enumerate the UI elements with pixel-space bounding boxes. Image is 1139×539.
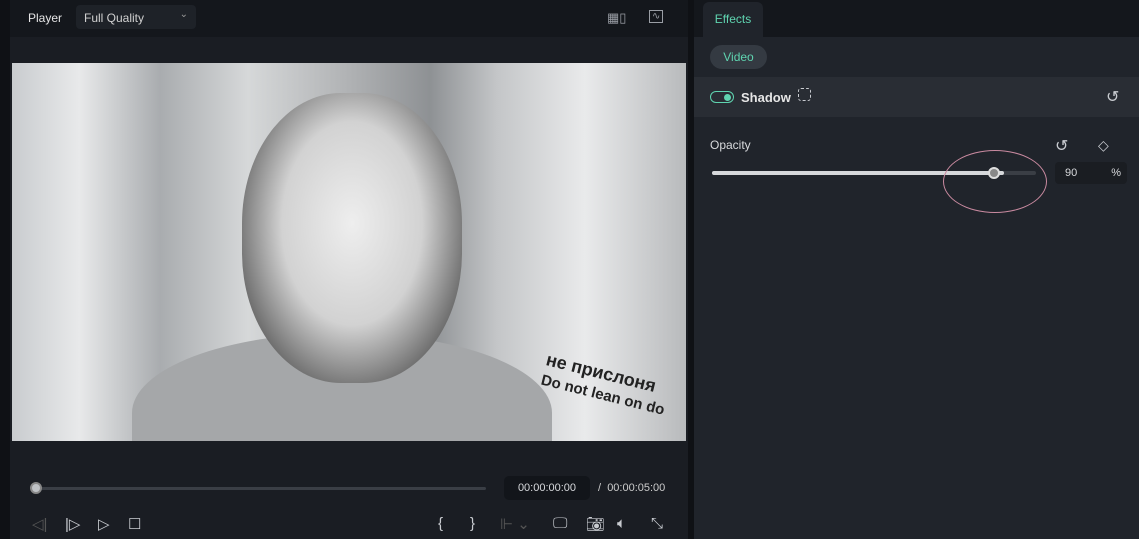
next-frame-icon[interactable]: |▷ [65, 515, 80, 533]
current-time[interactable]: 00:00:00:00 [504, 476, 590, 500]
player-toolbar: Player Full Quality ⌄ ▦▯ ∿ [10, 0, 688, 37]
mark-in-icon[interactable]: { [438, 515, 443, 532]
video-preview[interactable]: не прислоня Do not lean on do [12, 63, 686, 441]
quality-value: Full Quality [84, 11, 145, 25]
snapshot-icon[interactable]: 📷︎ [586, 515, 605, 533]
prev-frame-icon[interactable]: ◁| [32, 515, 47, 533]
waveform-icon[interactable]: ∿ [649, 10, 664, 23]
video-subject-face [242, 93, 462, 383]
opacity-label: Opacity [710, 138, 751, 152]
shadow-effect-row: Shadow ↺ [694, 77, 1139, 117]
tab-effects[interactable]: Effects [703, 2, 763, 37]
insert-clip-icon[interactable]: ⊩ ⌄ [500, 515, 530, 533]
video-sign-text: не прислоня Do not lean on do [539, 348, 673, 421]
total-time: / 00:00:05:00 [598, 482, 665, 494]
reset-effect-icon[interactable]: ↺ [1106, 87, 1119, 107]
effects-panel: Effects Video Shadow ↺ Opacity ↺ ◇ 90% [694, 0, 1139, 539]
stop-icon[interactable]: ☐ [128, 515, 141, 533]
player-label: Player [28, 11, 63, 25]
total-time-value: 00:00:05:00 [607, 482, 666, 494]
time-separator: / [598, 482, 602, 494]
opacity-value: 90 [1065, 167, 1078, 179]
quality-dropdown[interactable]: Full Quality ⌄ [76, 5, 196, 29]
tab-video[interactable]: Video [710, 45, 767, 69]
volume-icon[interactable]: 🔈︎ [617, 515, 626, 532]
player-panel: Player Full Quality ⌄ ▦▯ ∿ не прислоня Do … [10, 0, 688, 539]
effect-name: Shadow [741, 90, 791, 105]
fullscreen-icon[interactable]: ⤡ [651, 515, 663, 532]
shadow-toggle[interactable] [710, 91, 734, 103]
highlight-annotation [943, 150, 1047, 213]
mark-out-icon[interactable]: } [470, 515, 475, 532]
seek-handle[interactable] [30, 482, 42, 494]
play-icon[interactable]: ▷ [98, 515, 110, 533]
panel-tabs: Effects [694, 0, 1139, 37]
opacity-input[interactable]: 90% [1055, 162, 1127, 184]
keyframe-icon[interactable]: ◇ [1098, 137, 1109, 154]
display-icon[interactable]: 🖵 [553, 515, 567, 532]
seek-bar[interactable] [32, 487, 486, 490]
chevron-down-icon: ⌄ [179, 9, 188, 20]
mask-icon[interactable] [798, 88, 811, 101]
grid-layout-icon[interactable]: ▦▯ [607, 10, 626, 26]
opacity-unit: % [1111, 167, 1121, 179]
reset-opacity-icon[interactable]: ↺ [1055, 136, 1068, 156]
